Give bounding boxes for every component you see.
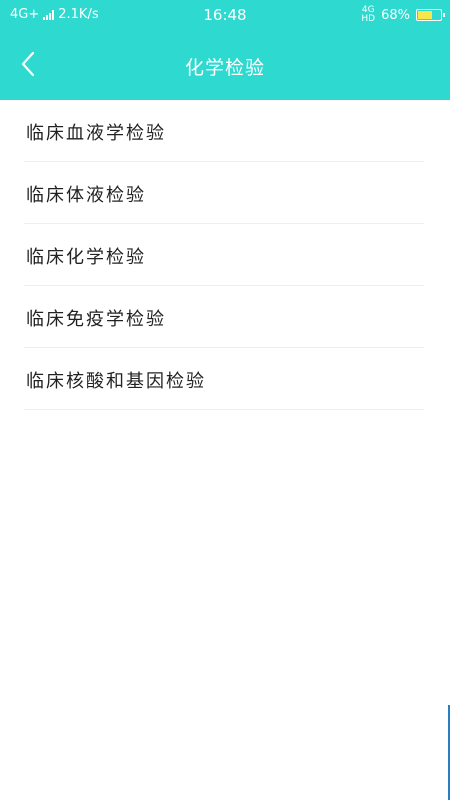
network-hd-bottom: HD	[361, 14, 376, 24]
battery-percent: 68%	[381, 7, 410, 23]
list-item-label: 临床免疫学检验	[26, 309, 166, 330]
list-item-blood[interactable]: 临床血液学检验	[0, 100, 450, 162]
battery-fill	[418, 11, 433, 19]
list-item-chemistry[interactable]: 临床化学检验	[0, 224, 450, 286]
screen: 4G+ 2.1K/s 16:48 4G HD 68% 化学检验 临床血液学检验 …	[0, 0, 450, 800]
list-item-body-fluid[interactable]: 临床体液检验	[0, 162, 450, 224]
nav-bar: 化学检验	[0, 32, 450, 100]
page-title: 化学检验	[184, 57, 265, 79]
category-list: 临床血液学检验 临床体液检验 临床化学检验 临床免疫学检验 临床核酸和基因检验	[0, 100, 450, 410]
list-item-label: 临床化学检验	[26, 247, 146, 268]
list-item-label: 临床体液检验	[26, 185, 146, 206]
list-item-label: 临床血液学检验	[26, 123, 166, 144]
list-item-label: 临床核酸和基因检验	[26, 371, 206, 392]
status-bar: 4G+ 2.1K/s 16:48 4G HD 68%	[0, 0, 450, 32]
list-item-nucleic-acid[interactable]: 临床核酸和基因检验	[0, 348, 450, 410]
list-item-immunology[interactable]: 临床免疫学检验	[0, 286, 450, 348]
battery-icon	[416, 9, 445, 21]
network-hd-icon: 4G HD	[361, 6, 375, 24]
divider	[24, 409, 424, 410]
status-right: 4G HD 68%	[361, 6, 445, 24]
app-header: 4G+ 2.1K/s 16:48 4G HD 68% 化学检验	[0, 0, 450, 100]
